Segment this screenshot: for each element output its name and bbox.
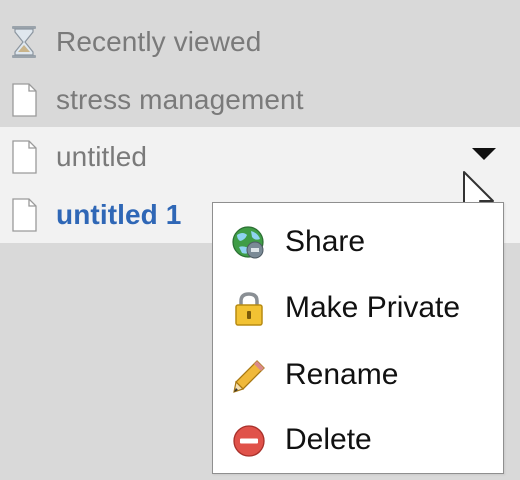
menu-item-label: Share: [285, 225, 366, 258]
document-icon: [6, 83, 42, 117]
sidebar-item-label: stress management: [56, 84, 304, 115]
delete-icon: [231, 423, 267, 459]
sidebar-item-stress-management[interactable]: stress management: [0, 70, 520, 128]
menu-item-rename[interactable]: Rename: [213, 348, 503, 402]
sidebar-item-recently-viewed[interactable]: Recently viewed: [0, 12, 520, 70]
sidebar-item-label: untitled 1: [56, 199, 182, 230]
menu-item-label: Make Private: [285, 291, 461, 324]
document-icon: [6, 198, 42, 232]
document-icon: [6, 140, 42, 174]
context-menu: Share Make Private Rename Delete: [212, 202, 504, 474]
menu-item-delete[interactable]: Delete: [213, 413, 503, 467]
dropdown-arrow-icon[interactable]: [472, 148, 496, 160]
sidebar-item-untitled[interactable]: untitled: [0, 127, 520, 185]
sidebar-item-label: Recently viewed: [56, 26, 262, 57]
menu-item-label: Delete: [285, 423, 372, 456]
menu-item-make-private[interactable]: Make Private: [213, 281, 503, 335]
share-globe-icon: [231, 225, 267, 261]
menu-item-share[interactable]: Share: [213, 215, 503, 269]
menu-item-label: Rename: [285, 358, 399, 391]
pencil-icon: [231, 358, 267, 394]
sidebar-item-label: untitled: [56, 141, 148, 172]
lock-icon: [231, 291, 267, 327]
hourglass-icon: [6, 25, 42, 59]
